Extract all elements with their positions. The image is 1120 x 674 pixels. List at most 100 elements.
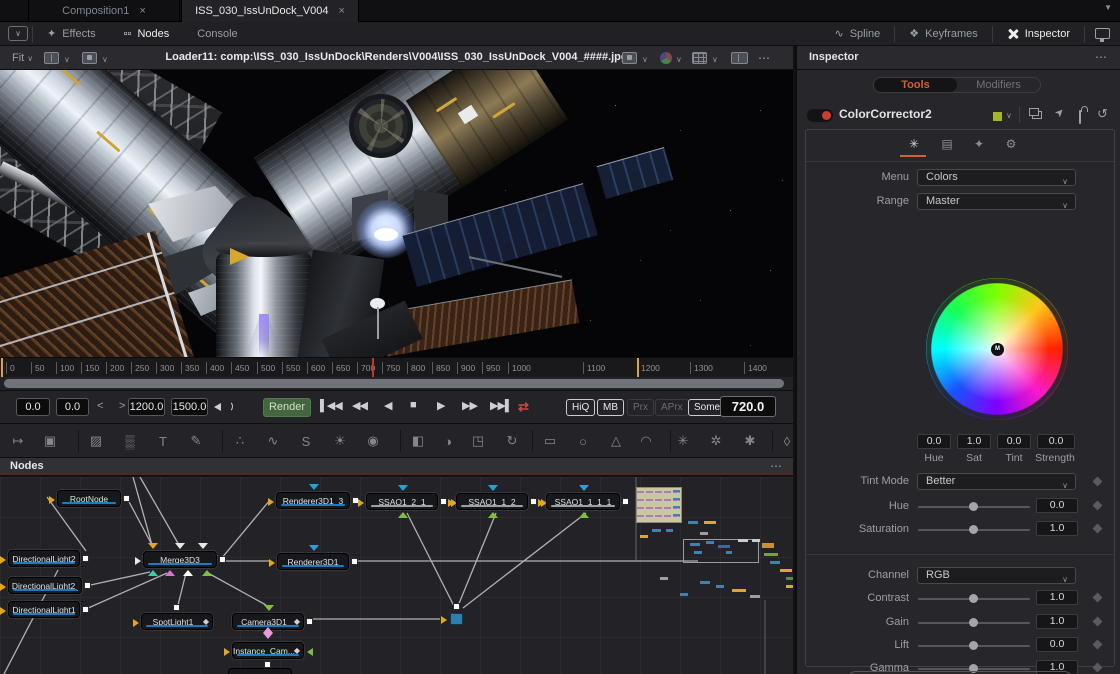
- io-icon[interactable]: ↦: [9, 432, 27, 450]
- keyframe-diamond-icon[interactable]: [1093, 501, 1103, 511]
- roi-icon[interactable]: [622, 52, 637, 64]
- keyframe-diamond-icon[interactable]: [1093, 663, 1103, 673]
- node-renderer3d1[interactable]: Renderer3D1: [277, 553, 349, 570]
- colorcurves-icon[interactable]: ∿: [264, 432, 282, 450]
- window-menu-caret-icon[interactable]: ▼: [1104, 3, 1112, 12]
- render-start-marker[interactable]: [1, 358, 3, 378]
- stop-icon[interactable]: ■: [410, 399, 416, 411]
- merge-under-icon[interactable]: ◧: [409, 432, 427, 450]
- contrast-slider-handle[interactable]: [969, 594, 978, 603]
- merge-icon[interactable]: ◑: [439, 432, 457, 450]
- bspline-mask-icon[interactable]: ◠: [637, 432, 655, 450]
- gain-slider-handle[interactable]: [969, 618, 978, 627]
- suppress-tab-icon[interactable]: ✦: [967, 137, 991, 151]
- node-spotlight1[interactable]: SpotLight1 ◆: [141, 613, 213, 630]
- current-frame-field[interactable]: 720.0: [720, 396, 776, 417]
- render-end-marker[interactable]: [637, 358, 639, 378]
- node-rootnode[interactable]: RootNode: [57, 490, 121, 507]
- loop-icon[interactable]: ⇄: [518, 399, 529, 415]
- tab-composition1[interactable]: Composition1 ×: [28, 0, 180, 22]
- nodes-menu-icon[interactable]: ⋯: [770, 459, 783, 473]
- strength-value-field[interactable]: 0.0: [1037, 434, 1075, 449]
- chevron-down-icon[interactable]: ∨: [64, 55, 70, 64]
- inspector-menu-icon[interactable]: ⋯: [1095, 50, 1108, 64]
- tint-mode-dropdown[interactable]: Better ∨: [917, 473, 1076, 490]
- chevron-down-icon[interactable]: ∨: [712, 55, 718, 64]
- underlay-icon[interactable]: ▣: [41, 432, 59, 450]
- hiq-button[interactable]: HiQ: [566, 399, 595, 416]
- render-button[interactable]: Render: [263, 398, 311, 417]
- render-start-field[interactable]: 0.0: [56, 398, 89, 416]
- gamma-icon[interactable]: S: [297, 432, 315, 450]
- wheel-master-marker[interactable]: M: [991, 343, 1004, 356]
- console-button[interactable]: Console: [183, 22, 251, 45]
- effects-button[interactable]: ✦ Effects: [33, 22, 110, 45]
- render-end-field[interactable]: 1200.0: [128, 398, 165, 416]
- step-back-icon[interactable]: <: [97, 400, 103, 412]
- keyframe-diamond-icon[interactable]: [1093, 593, 1103, 603]
- node-instance-camera[interactable]: Instance_Cam... ◆: [232, 642, 304, 659]
- sat-value-field[interactable]: 1.0: [957, 434, 991, 449]
- audio-icon[interactable]: [216, 401, 223, 412]
- tile-color-swatch[interactable]: [993, 112, 1002, 121]
- aprx-button[interactable]: APrx: [655, 399, 689, 416]
- tab-modifiers[interactable]: Modifiers: [957, 78, 1040, 92]
- scrollbar-thumb[interactable]: [4, 379, 784, 388]
- node-selected[interactable]: [450, 613, 463, 625]
- lift-slider-handle[interactable]: [969, 641, 978, 650]
- saturation-slider-value[interactable]: 1.0: [1036, 521, 1078, 536]
- pin-icon[interactable]: ➤: [1052, 105, 1068, 121]
- chevron-down-icon[interactable]: ∨: [676, 55, 682, 64]
- nodes-button[interactable]: ▫▫ Nodes: [110, 22, 184, 45]
- tab-iss-comp[interactable]: ISS_030_IssUnDock_V004 ×: [181, 0, 359, 22]
- chevron-down-icon[interactable]: ∨: [1006, 111, 1012, 120]
- playhead[interactable]: [372, 358, 374, 378]
- keyframe-diamond-icon[interactable]: [1093, 524, 1103, 534]
- node-enable-toggle[interactable]: [807, 109, 833, 122]
- paint-icon[interactable]: ✎: [187, 432, 205, 450]
- contrast-slider-value[interactable]: 1.0: [1036, 590, 1078, 605]
- go-to-end-icon[interactable]: ▶▶▌: [490, 399, 512, 412]
- gain-slider-value[interactable]: 1.0: [1036, 614, 1078, 629]
- color-wheel[interactable]: M: [926, 278, 1068, 420]
- hue-slider-handle[interactable]: [969, 502, 978, 511]
- versions-icon[interactable]: [1029, 108, 1039, 116]
- pmerge-icon[interactable]: ✲: [707, 432, 725, 450]
- range-dropdown[interactable]: Master ∨: [917, 193, 1076, 210]
- fit-dropdown[interactable]: Fit ∨: [12, 52, 33, 64]
- keyframe-diamond-icon[interactable]: [1093, 640, 1103, 650]
- reset-history-icon[interactable]: ↺: [1097, 106, 1108, 122]
- viewer-menu-icon[interactable]: ⋯: [758, 51, 771, 65]
- go-to-start-icon[interactable]: ▌◀◀: [320, 399, 342, 412]
- dual-view-icon[interactable]: [731, 52, 748, 64]
- close-icon[interactable]: ×: [338, 5, 344, 17]
- timeline-ruler[interactable]: 0 50 100 150 200 250 300 350 400 450 500…: [0, 357, 793, 377]
- prender-icon[interactable]: ✱: [741, 432, 759, 450]
- inspector-button[interactable]: Inspector: [993, 22, 1084, 45]
- background-icon[interactable]: ▨: [87, 432, 105, 450]
- hue-slider-value[interactable]: 0.0: [1036, 498, 1078, 513]
- node-directionallight2[interactable]: DirectionalLight2: [8, 550, 80, 567]
- levels-tab-icon[interactable]: ▤: [935, 137, 959, 151]
- mb-button[interactable]: MB: [597, 399, 624, 416]
- prx-button[interactable]: Prx: [627, 399, 654, 416]
- node-directionallight2-1[interactable]: DirectionalLight2_1: [8, 577, 82, 594]
- fastnoise-icon[interactable]: ▒: [121, 432, 139, 450]
- node-merge3d3[interactable]: Merge3D3: [143, 551, 217, 568]
- keyframe-diamond-icon[interactable]: [1093, 477, 1103, 487]
- rectangle-mask-icon[interactable]: ▭: [541, 432, 559, 450]
- options-tab-icon[interactable]: ⚙: [999, 137, 1023, 151]
- node-ssao1-1-2[interactable]: SSAO1_1_2: [456, 493, 528, 510]
- lock-icon[interactable]: [1079, 110, 1081, 124]
- lut-wheel-icon[interactable]: [660, 52, 672, 64]
- monitor-icon[interactable]: [1095, 28, 1110, 39]
- grouped-nodes-overview[interactable]: [628, 481, 793, 611]
- view-layout-icon[interactable]: [44, 52, 59, 64]
- node-graph[interactable]: RootNode Renderer3D1_3 SSAO1_2_1 SSAO1_1…: [0, 477, 793, 674]
- play-reverse-icon[interactable]: ◀: [384, 399, 391, 412]
- node-directionallight1[interactable]: DirectionalLight1: [8, 601, 80, 618]
- close-icon[interactable]: ×: [139, 5, 145, 17]
- timeline-scrollbar[interactable]: [0, 377, 793, 390]
- particles-icon[interactable]: ∴: [231, 432, 249, 450]
- polygon-mask-icon[interactable]: △: [607, 432, 625, 450]
